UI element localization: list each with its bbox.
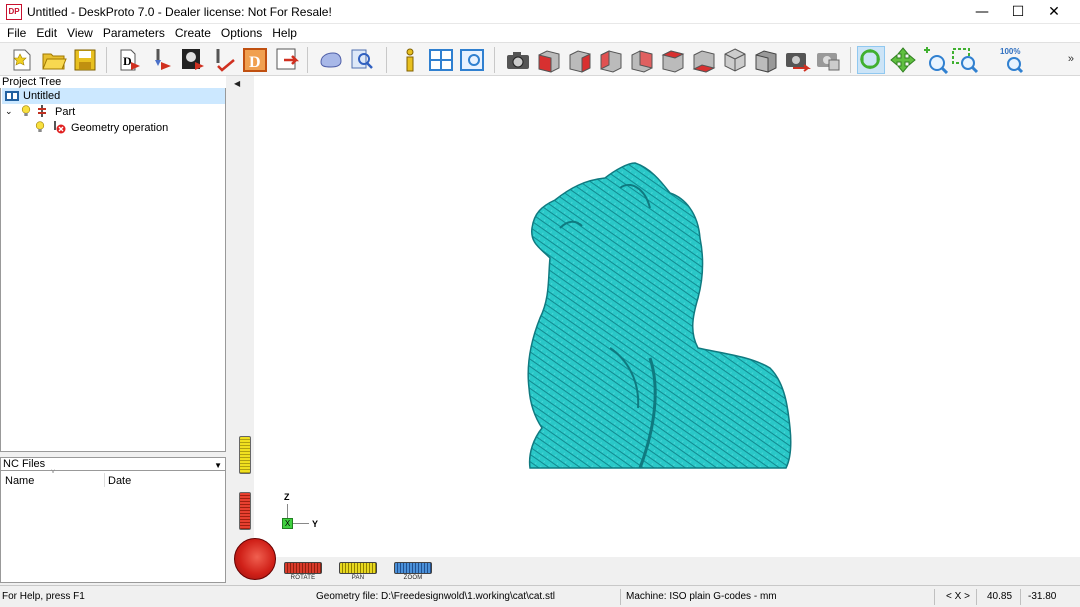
minimize-button[interactable]: — [964, 0, 1000, 24]
rotate-wheel[interactable] [234, 538, 276, 580]
viewport-control-strip: ◀ [230, 76, 254, 585]
axis-x-label: X [284, 519, 291, 528]
status-coord-1: 40.85 [987, 591, 1013, 602]
rotate-slider-label: ROTATE [290, 575, 316, 581]
axis-y-label: Y [312, 519, 319, 529]
main-toolbar: D D 100% » [0, 42, 1080, 76]
simulation-icon[interactable] [317, 46, 345, 74]
status-geometry-file: Geometry file: D:\Freedesignwold\1.worki… [316, 591, 555, 602]
nc-column-date[interactable]: Date [108, 475, 131, 487]
deskproto-window: DP Untitled - DeskProto 7.0 - Dealer lic… [0, 0, 1080, 607]
tree-label-untitled: Untitled [23, 90, 61, 102]
zoom-slider[interactable] [394, 562, 432, 574]
collapse-arrow-icon[interactable]: ◀ [234, 79, 240, 88]
view-icon[interactable] [458, 46, 486, 74]
close-button[interactable]: ✕ [1036, 0, 1072, 24]
axis-x-marker: X [282, 518, 293, 529]
export-icon[interactable] [272, 46, 300, 74]
sort-indicator-icon: ˅ [51, 469, 56, 476]
view-bottom-icon[interactable] [690, 46, 718, 74]
tree-item-part[interactable]: ⌄ Part [5, 104, 75, 120]
axis-y-line [293, 523, 309, 524]
rotate-tool-icon[interactable] [857, 46, 885, 74]
svg-text:D: D [123, 54, 132, 68]
layout-icon[interactable] [427, 46, 455, 74]
viewport-bottom-strip [254, 557, 1080, 585]
status-bar: For Help, press F1 Geometry file: D:\Fre… [0, 585, 1080, 607]
column-divider [104, 473, 105, 487]
menu-view[interactable]: View [62, 24, 98, 42]
view-right-icon[interactable] [628, 46, 656, 74]
zoom-window-icon[interactable] [951, 46, 979, 74]
nc-files-header[interactable]: NC Files ▼ [0, 457, 226, 471]
nc-files-list[interactable]: Name ˅ Date [0, 469, 226, 583]
menu-edit[interactable]: Edit [31, 24, 62, 42]
inspect-icon[interactable] [348, 46, 376, 74]
camera-icon[interactable] [504, 46, 532, 74]
tree-item-untitled[interactable]: Untitled [2, 88, 225, 104]
pan-tool-icon[interactable] [889, 46, 917, 74]
title-bar: DP Untitled - DeskProto 7.0 - Dealer lic… [0, 0, 1080, 24]
lightbulb-icon[interactable] [35, 120, 47, 136]
info-icon[interactable] [396, 46, 424, 74]
print-icon[interactable] [814, 46, 842, 74]
menu-parameters[interactable]: Parameters [98, 24, 170, 42]
pan-slider[interactable] [339, 562, 377, 574]
operation-error-icon [51, 120, 67, 137]
status-axis: < X > [946, 591, 970, 602]
add-toolpath-icon[interactable] [210, 46, 238, 74]
chevron-down-icon[interactable]: ⌄ [5, 107, 17, 117]
part-icon [37, 104, 51, 121]
lightbulb-icon[interactable] [21, 104, 33, 120]
tree-label-geometry-operation: Geometry operation [71, 122, 169, 134]
toolbar-more-button[interactable]: » [1068, 53, 1074, 65]
3d-viewport[interactable]: ◀ ROTATE PAN ZOOM Z X Y [230, 76, 1080, 585]
project-tree: Untitled ⌄ Part Geometry operation [0, 88, 226, 452]
pan-slider-label: PAN [351, 575, 365, 581]
project-icon [5, 90, 19, 102]
zoom-level-label: 100% [1000, 47, 1020, 56]
zoom-100-icon[interactable]: 100% [998, 46, 1030, 74]
axis-z-label: Z [284, 492, 290, 502]
operation-wizard-icon[interactable]: D [116, 46, 144, 74]
nc-files-title: NC Files [3, 458, 46, 470]
vertical-pan-slider[interactable] [239, 436, 251, 474]
view-iso-icon[interactable] [721, 46, 749, 74]
menu-file[interactable]: File [2, 24, 31, 42]
status-coord-2: -31.80 [1028, 591, 1057, 602]
new-file-icon[interactable] [8, 46, 36, 74]
view-left-icon[interactable] [597, 46, 625, 74]
app-logo-icon: DP [6, 3, 22, 20]
menu-bar: File Edit View Parameters Create Options… [0, 24, 1080, 42]
nc-column-name[interactable]: Name [5, 475, 34, 487]
save-icon[interactable] [71, 46, 99, 74]
status-machine: Machine: ISO plain G-codes - mm [626, 591, 777, 602]
vertical-rotate-slider[interactable] [239, 492, 251, 530]
maximize-button[interactable]: ☐ [1000, 0, 1036, 24]
zoom-slider-label: ZOOM [403, 575, 423, 581]
vector-wizard-icon[interactable] [148, 46, 176, 74]
rotate-slider[interactable] [284, 562, 322, 574]
view-top-icon[interactable] [659, 46, 687, 74]
d-icon[interactable]: D [241, 46, 269, 74]
tree-item-geometry-operation[interactable]: Geometry operation [35, 120, 168, 136]
bitmap-wizard-icon[interactable] [179, 46, 207, 74]
screenshot-icon[interactable] [783, 46, 811, 74]
view-gray-icon[interactable] [752, 46, 780, 74]
window-title: Untitled - DeskProto 7.0 - Dealer licens… [27, 4, 332, 19]
menu-help[interactable]: Help [267, 24, 302, 42]
svg-text:D: D [249, 54, 261, 71]
cat-3d-model[interactable] [520, 158, 800, 470]
tree-label-part: Part [55, 106, 76, 118]
view-front-icon[interactable] [535, 46, 563, 74]
menu-options[interactable]: Options [216, 24, 267, 42]
status-help: For Help, press F1 [2, 591, 85, 602]
open-folder-icon[interactable] [40, 46, 68, 74]
view-back-icon[interactable] [566, 46, 594, 74]
menu-create[interactable]: Create [170, 24, 216, 42]
axis-z-line [287, 504, 288, 518]
zoom-tool-icon[interactable] [920, 46, 948, 74]
